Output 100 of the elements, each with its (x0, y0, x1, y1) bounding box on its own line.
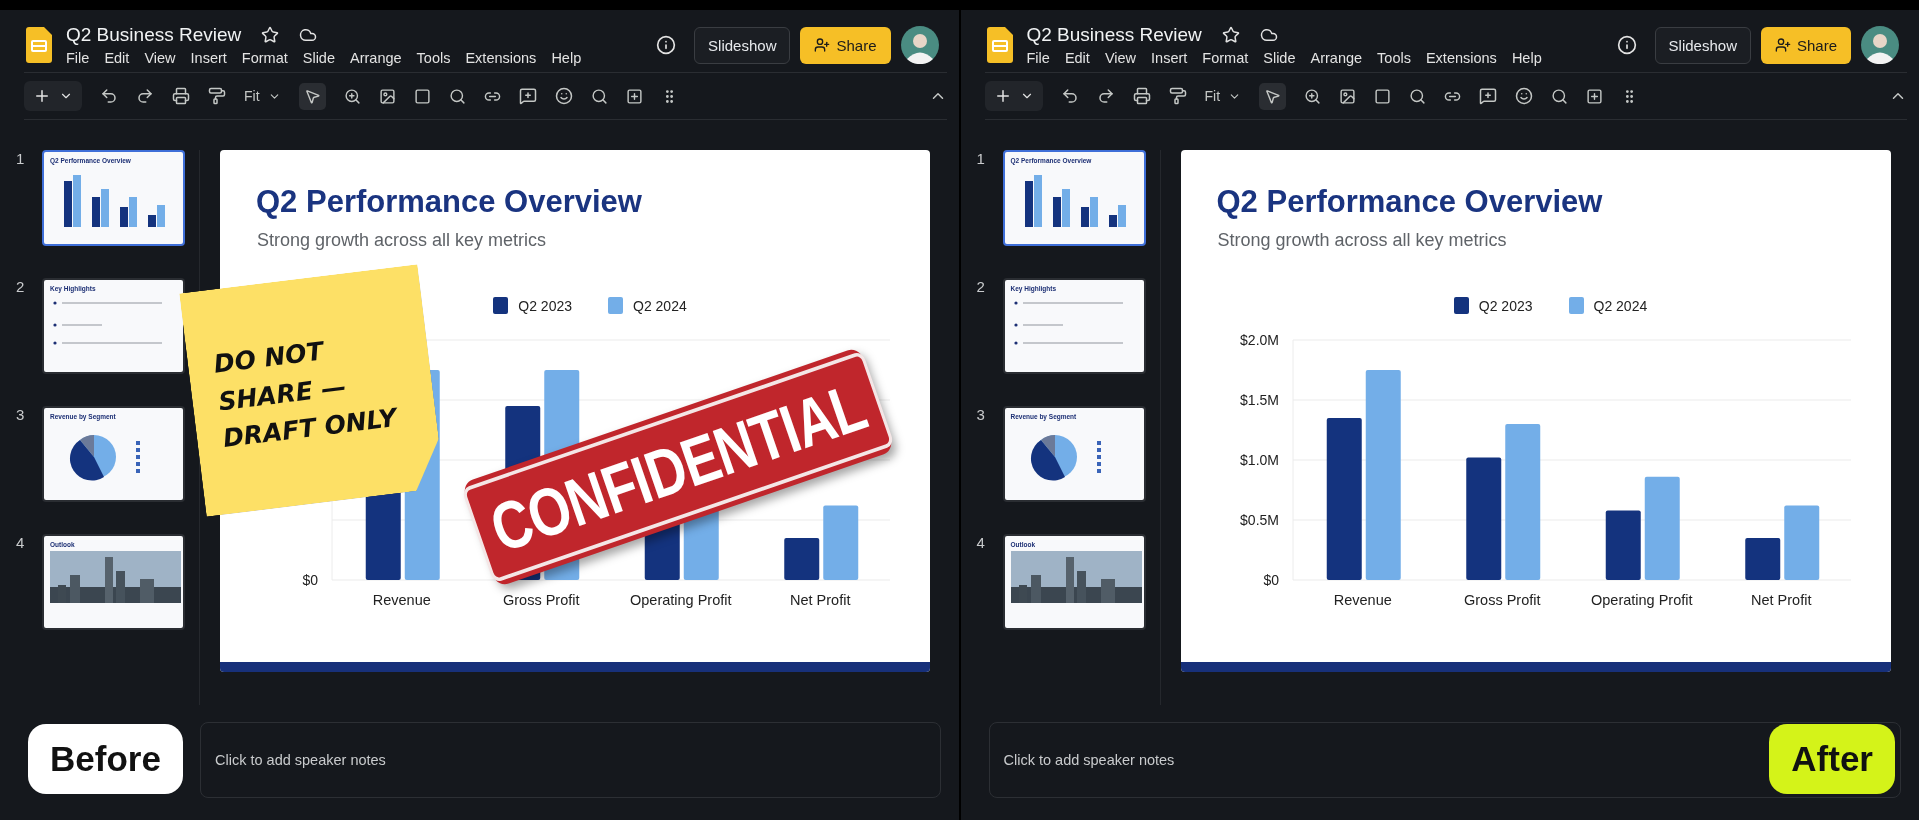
menu-item[interactable]: File (1026, 50, 1050, 66)
slideshow-button[interactable]: Slideshow (1654, 26, 1751, 64)
menu-item[interactable]: View (144, 50, 176, 66)
paint-format-icon[interactable] (1168, 87, 1187, 105)
menu-item[interactable]: Tools (1377, 50, 1411, 66)
menu-item[interactable]: Format (1202, 50, 1249, 66)
legend-swatch (608, 297, 623, 314)
add-box-icon[interactable] (1586, 87, 1604, 105)
emoji-icon[interactable] (1515, 87, 1534, 105)
slides-logo-icon[interactable] (26, 27, 52, 63)
plus-icon (33, 87, 51, 105)
search-icon[interactable] (590, 87, 608, 105)
category-label: Revenue (372, 592, 431, 608)
menu-item[interactable]: Slide (302, 50, 335, 66)
star-icon[interactable] (1221, 26, 1240, 44)
comparison-label: After (1769, 724, 1895, 794)
slide-number: 2 (976, 278, 986, 297)
undo-icon[interactable] (1060, 87, 1079, 105)
star-icon[interactable] (261, 26, 280, 44)
slides-logo-icon[interactable] (986, 27, 1013, 63)
menu-item[interactable]: Arrange (350, 50, 402, 66)
redo-icon[interactable] (1096, 87, 1115, 105)
zoom-icon[interactable] (1304, 87, 1322, 105)
new-slide-button[interactable] (984, 81, 1043, 111)
menu-item[interactable]: Format (241, 50, 288, 66)
new-slide-button[interactable] (24, 81, 82, 111)
add-box-icon[interactable] (625, 87, 643, 105)
axis-tick-label: $0 (302, 572, 318, 588)
axis-tick-label: $2.0M (1239, 332, 1279, 348)
image-icon[interactable] (1339, 87, 1357, 105)
menu-item[interactable]: Extensions (1425, 50, 1497, 66)
slide-number: 2 (16, 278, 26, 297)
slide-number: 1 (976, 150, 986, 169)
axis-tick-label: $1.0M (1239, 452, 1279, 468)
menu-item[interactable]: File (66, 50, 90, 66)
menu-item[interactable]: Slide (1263, 50, 1296, 66)
notes-placeholder: Click to add speaker notes (215, 752, 386, 768)
category-label: Revenue (1333, 592, 1392, 608)
axis-tick-label: $0 (1262, 572, 1279, 588)
info-icon[interactable] (656, 35, 677, 55)
shape-icon[interactable] (413, 87, 431, 105)
document-title[interactable]: Q2 Business Review (66, 24, 242, 46)
search-icon[interactable] (1551, 87, 1569, 105)
slide-number: 3 (16, 406, 26, 425)
print-icon[interactable] (172, 87, 190, 105)
image-icon[interactable] (378, 87, 396, 105)
menu-item[interactable]: Help (1511, 50, 1542, 66)
avatar[interactable] (900, 26, 939, 64)
undo-icon[interactable] (100, 87, 118, 105)
category-label: Gross Profit (503, 592, 580, 608)
comment-icon[interactable] (518, 87, 537, 105)
slide-title: Q2 Performance Overview (256, 184, 643, 220)
comment-icon[interactable] (1479, 87, 1498, 105)
slide-subtitle: Strong growth across all key metrics (1217, 230, 1508, 251)
legend-label: Q2 2024 (633, 297, 687, 314)
share-button[interactable]: Share (800, 26, 891, 64)
slide-number: 4 (976, 534, 986, 553)
slideshow-button[interactable]: Slideshow (694, 26, 791, 64)
zoom-dropdown[interactable]: Fit (244, 88, 281, 104)
menu-item[interactable]: Tools (416, 50, 451, 66)
slide-title: Q2 Performance Overview (1216, 184, 1604, 220)
menu-item[interactable]: Edit (1064, 50, 1090, 66)
avatar[interactable] (1861, 26, 1899, 64)
print-icon[interactable] (1132, 87, 1151, 105)
pointer-icon[interactable] (1264, 87, 1282, 105)
menu-item[interactable]: Arrange (1310, 50, 1363, 66)
axis-tick-label: $0.5M (1239, 512, 1279, 528)
menu-item[interactable]: Help (551, 50, 582, 66)
menu-item[interactable]: Edit (104, 50, 130, 66)
share-button[interactable]: Share (1760, 26, 1851, 64)
menu-item[interactable]: View (1104, 50, 1137, 66)
document-title[interactable]: Q2 Business Review (1026, 24, 1202, 46)
legend-label: Q2 2023 (1478, 297, 1533, 314)
zoom-icon[interactable] (343, 87, 361, 105)
cloud-icon[interactable] (299, 26, 318, 44)
chart-bar (1605, 510, 1641, 580)
category-label: Net Profit (790, 592, 851, 608)
axis-tick-label: $1.5M (1239, 392, 1279, 408)
shape-icon[interactable] (1374, 87, 1392, 105)
menu-item[interactable]: Insert (1151, 50, 1188, 66)
speaker-notes-field[interactable]: Click to add speaker notes (200, 722, 941, 798)
search-icon[interactable] (448, 87, 466, 105)
slide-number: 3 (976, 406, 986, 425)
cloud-icon[interactable] (1259, 26, 1278, 44)
paint-format-icon[interactable] (208, 87, 226, 105)
menu-item[interactable]: Insert (190, 50, 227, 66)
category-label: Gross Profit (1463, 592, 1540, 608)
person-add-icon (1774, 37, 1791, 53)
category-label: Operating Profit (1590, 592, 1693, 608)
redo-icon[interactable] (136, 87, 154, 105)
emoji-icon[interactable] (554, 87, 573, 105)
legend-label: Q2 2024 (1593, 297, 1648, 314)
info-icon[interactable] (1616, 35, 1637, 55)
chart-bar (1744, 538, 1780, 580)
person-add-icon (814, 37, 831, 53)
menu-item[interactable]: Extensions (465, 50, 537, 66)
zoom-dropdown[interactable]: Fit (1204, 88, 1242, 104)
slide-number: 1 (16, 150, 26, 169)
pointer-icon[interactable] (303, 87, 321, 105)
search-icon[interactable] (1409, 87, 1427, 105)
